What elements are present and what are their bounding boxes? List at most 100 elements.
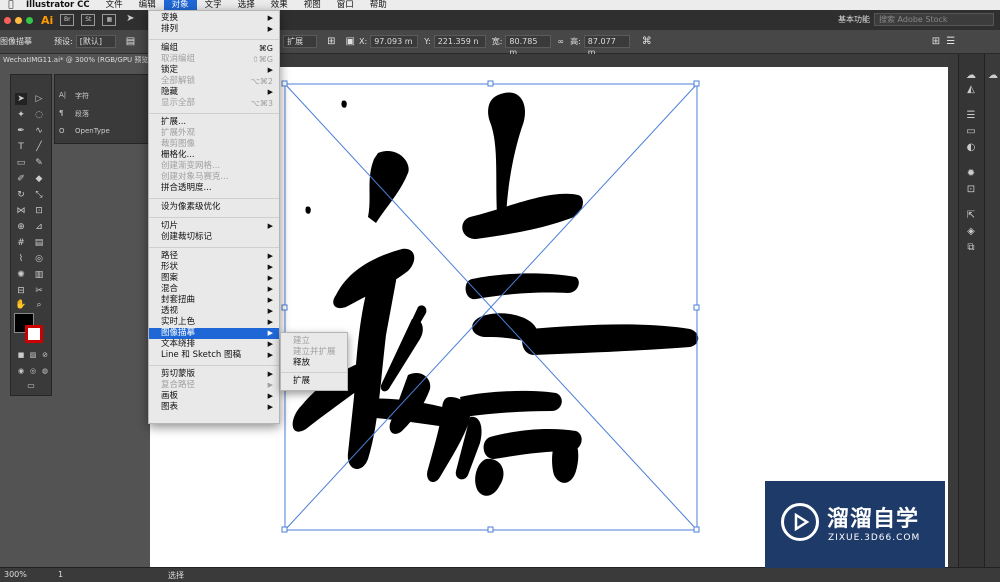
menu-item-text-wrap[interactable]: 文本绕排 ▶ <box>149 339 279 350</box>
paragraph-icon[interactable]: ¶ <box>59 109 63 117</box>
menu-item-graph[interactable]: 图表 ▶ <box>149 402 279 413</box>
document-tab[interactable]: WechatIMG11.ai* @ 300% (RGB/GPU 预览) <box>0 54 150 67</box>
shaper-tool-icon[interactable]: ✐ <box>15 173 27 185</box>
gradient-mode-icon[interactable]: ▨ <box>27 349 39 361</box>
menu-view[interactable]: 视图 <box>296 0 329 10</box>
stroke-icon[interactable]: ☰ <box>965 110 977 122</box>
selection-tool-icon[interactable]: ➤ <box>15 93 27 105</box>
menu-window[interactable]: 窗口 <box>329 0 362 10</box>
menu-item-crop-image[interactable]: 裁剪图像 <box>149 139 279 150</box>
zoom-window-icon[interactable] <box>26 16 33 24</box>
direct-selection-tool-icon[interactable]: ▷ <box>33 93 45 105</box>
line-tool-icon[interactable]: ╱ <box>33 141 45 153</box>
width-field[interactable]: 80.785 m <box>505 35 552 57</box>
stock-icon[interactable]: St <box>81 14 96 26</box>
transparency-icon[interactable]: ◐ <box>965 142 977 154</box>
constrain-link-icon[interactable]: ∞ <box>557 37 564 46</box>
menu-item-compound-path[interactable]: 复合路径 ▶ <box>149 380 279 391</box>
draw-inside-icon[interactable]: ◍ <box>39 365 51 377</box>
height-field[interactable]: 87.077 m <box>583 35 630 57</box>
mesh-tool-icon[interactable]: # <box>15 237 27 249</box>
menu-help[interactable]: 帮助 <box>362 0 395 10</box>
gpu-rocket-icon[interactable]: ➤ <box>123 14 137 26</box>
menu-item-slice[interactable]: 切片 ▶ <box>149 221 279 232</box>
menu-edit[interactable]: 编辑 <box>131 0 164 10</box>
minimize-window-icon[interactable] <box>15 16 22 24</box>
opentype-icon[interactable]: O <box>59 127 65 135</box>
menu-effect[interactable]: 效果 <box>263 0 296 10</box>
y-field[interactable]: 221.359 n <box>433 35 486 48</box>
shape-builder-tool-icon[interactable]: ⊕ <box>15 221 27 233</box>
submenu-item-make-and-expand[interactable]: 建立并扩展 <box>281 347 347 358</box>
width-tool-icon[interactable]: ⋈ <box>15 205 27 217</box>
menu-item-arrange[interactable]: 排列 ▶ <box>149 24 279 35</box>
apple-icon[interactable]:  <box>0 0 22 10</box>
character-label[interactable]: 字符 <box>75 91 89 101</box>
rotate-tool-icon[interactable]: ↻ <box>15 189 27 201</box>
menu-item-lock[interactable]: 锁定 ▶ <box>149 65 279 76</box>
appearance-icon[interactable]: ☁ <box>965 70 977 82</box>
menu-item-artboards[interactable]: 画板 ▶ <box>149 391 279 402</box>
stroke-color-swatch[interactable] <box>25 325 43 343</box>
free-transform-tool-icon[interactable]: ⊡ <box>33 205 45 217</box>
zoom-tool-icon[interactable]: ⌕ <box>33 299 45 311</box>
perspective-grid-tool-icon[interactable]: ⊿ <box>33 221 45 233</box>
menu-item-path[interactable]: 路径 ▶ <box>149 251 279 262</box>
reference-point-icon[interactable]: ▣ <box>346 36 355 47</box>
bridge-icon[interactable]: Br <box>60 14 75 26</box>
swatches-icon[interactable]: ⊡ <box>965 184 977 196</box>
x-field[interactable]: 97.093 m <box>370 35 419 48</box>
menu-item-gradient-mesh[interactable]: 创建渐变网格... <box>149 161 279 172</box>
magic-wand-tool-icon[interactable]: ✦ <box>15 109 27 121</box>
menu-item-perspective[interactable]: 透视 ▶ <box>149 306 279 317</box>
calligraphy-glyph[interactable] <box>292 92 699 496</box>
menu-item-group[interactable]: 编组 ⌘G <box>149 43 279 54</box>
color-mode-icon[interactable]: ■ <box>15 349 27 361</box>
artboard-number[interactable]: 1 <box>58 570 63 579</box>
paragraph-label[interactable]: 段落 <box>75 109 89 119</box>
curvature-tool-icon[interactable]: ∿ <box>33 125 45 137</box>
menu-item-object-mosaic[interactable]: 创建对象马赛克... <box>149 172 279 183</box>
gradient-icon[interactable]: ▭ <box>965 126 977 138</box>
menu-item-hide[interactable]: 隐藏 ▶ <box>149 87 279 98</box>
zoom-level[interactable]: 300% <box>4 570 27 579</box>
scale-tool-icon[interactable]: ⤡ <box>33 189 45 201</box>
menu-item-pixel-perfect[interactable]: 设为像素级优化 <box>149 202 279 213</box>
draw-normal-icon[interactable]: ◉ <box>15 365 27 377</box>
arrange-documents-icon[interactable]: ▦ <box>102 14 117 26</box>
artboards-icon[interactable]: ⧉ <box>965 242 977 254</box>
menu-item-blend[interactable]: 混合 ▶ <box>149 284 279 295</box>
rectangle-tool-icon[interactable]: ▭ <box>15 157 27 169</box>
pen-tool-icon[interactable]: ✒ <box>15 125 27 137</box>
align-icon[interactable]: ⊞ <box>327 36 335 47</box>
character-icon[interactable]: A| <box>59 91 66 99</box>
symbol-sprayer-tool-icon[interactable]: ✺ <box>15 269 27 281</box>
draw-behind-icon[interactable]: ◎ <box>27 365 39 377</box>
menu-type[interactable]: 文字 <box>197 0 230 10</box>
lasso-tool-icon[interactable]: ◌ <box>33 109 45 121</box>
stock-search-input[interactable]: 搜索 Adobe Stock <box>874 13 994 26</box>
layers-icon[interactable]: ◈ <box>965 226 977 238</box>
menu-item-rasterize[interactable]: 栅格化... <box>149 150 279 161</box>
close-window-icon[interactable] <box>4 16 11 24</box>
menu-file[interactable]: 文件 <box>98 0 131 10</box>
menu-app-name[interactable]: Illustrator CC <box>22 0 98 10</box>
screen-mode-icon[interactable]: ▭ <box>25 380 37 392</box>
submenu-item-expand[interactable]: 扩展 <box>281 376 347 387</box>
blend-tool-icon[interactable]: ◎ <box>33 253 45 265</box>
menu-item-image-trace[interactable]: 图像描摹 ▶ <box>149 328 279 339</box>
menu-item-clipping-mask[interactable]: 剪切蒙版 ▶ <box>149 369 279 380</box>
properties-icon[interactable]: ◭ <box>965 84 977 96</box>
export-icon[interactable]: ⇱ <box>965 210 977 222</box>
panel-options-icon[interactable]: ⊞ <box>932 36 940 47</box>
hand-tool-icon[interactable]: ✋ <box>15 299 27 311</box>
eyedropper-tool-icon[interactable]: ⌇ <box>15 253 27 265</box>
expand-field[interactable]: 扩展 <box>283 35 318 48</box>
menu-item-ungroup[interactable]: 取消编组 ⇧⌘G <box>149 54 279 65</box>
menu-item-trim-marks[interactable]: 创建裁切标记 <box>149 232 279 243</box>
menu-item-pattern[interactable]: 图案 ▶ <box>149 273 279 284</box>
column-graph-tool-icon[interactable]: ▥ <box>33 269 45 281</box>
type-tool-icon[interactable]: T <box>15 141 27 153</box>
eraser-tool-icon[interactable]: ◆ <box>33 173 45 185</box>
right-scrollbar[interactable] <box>948 54 958 574</box>
